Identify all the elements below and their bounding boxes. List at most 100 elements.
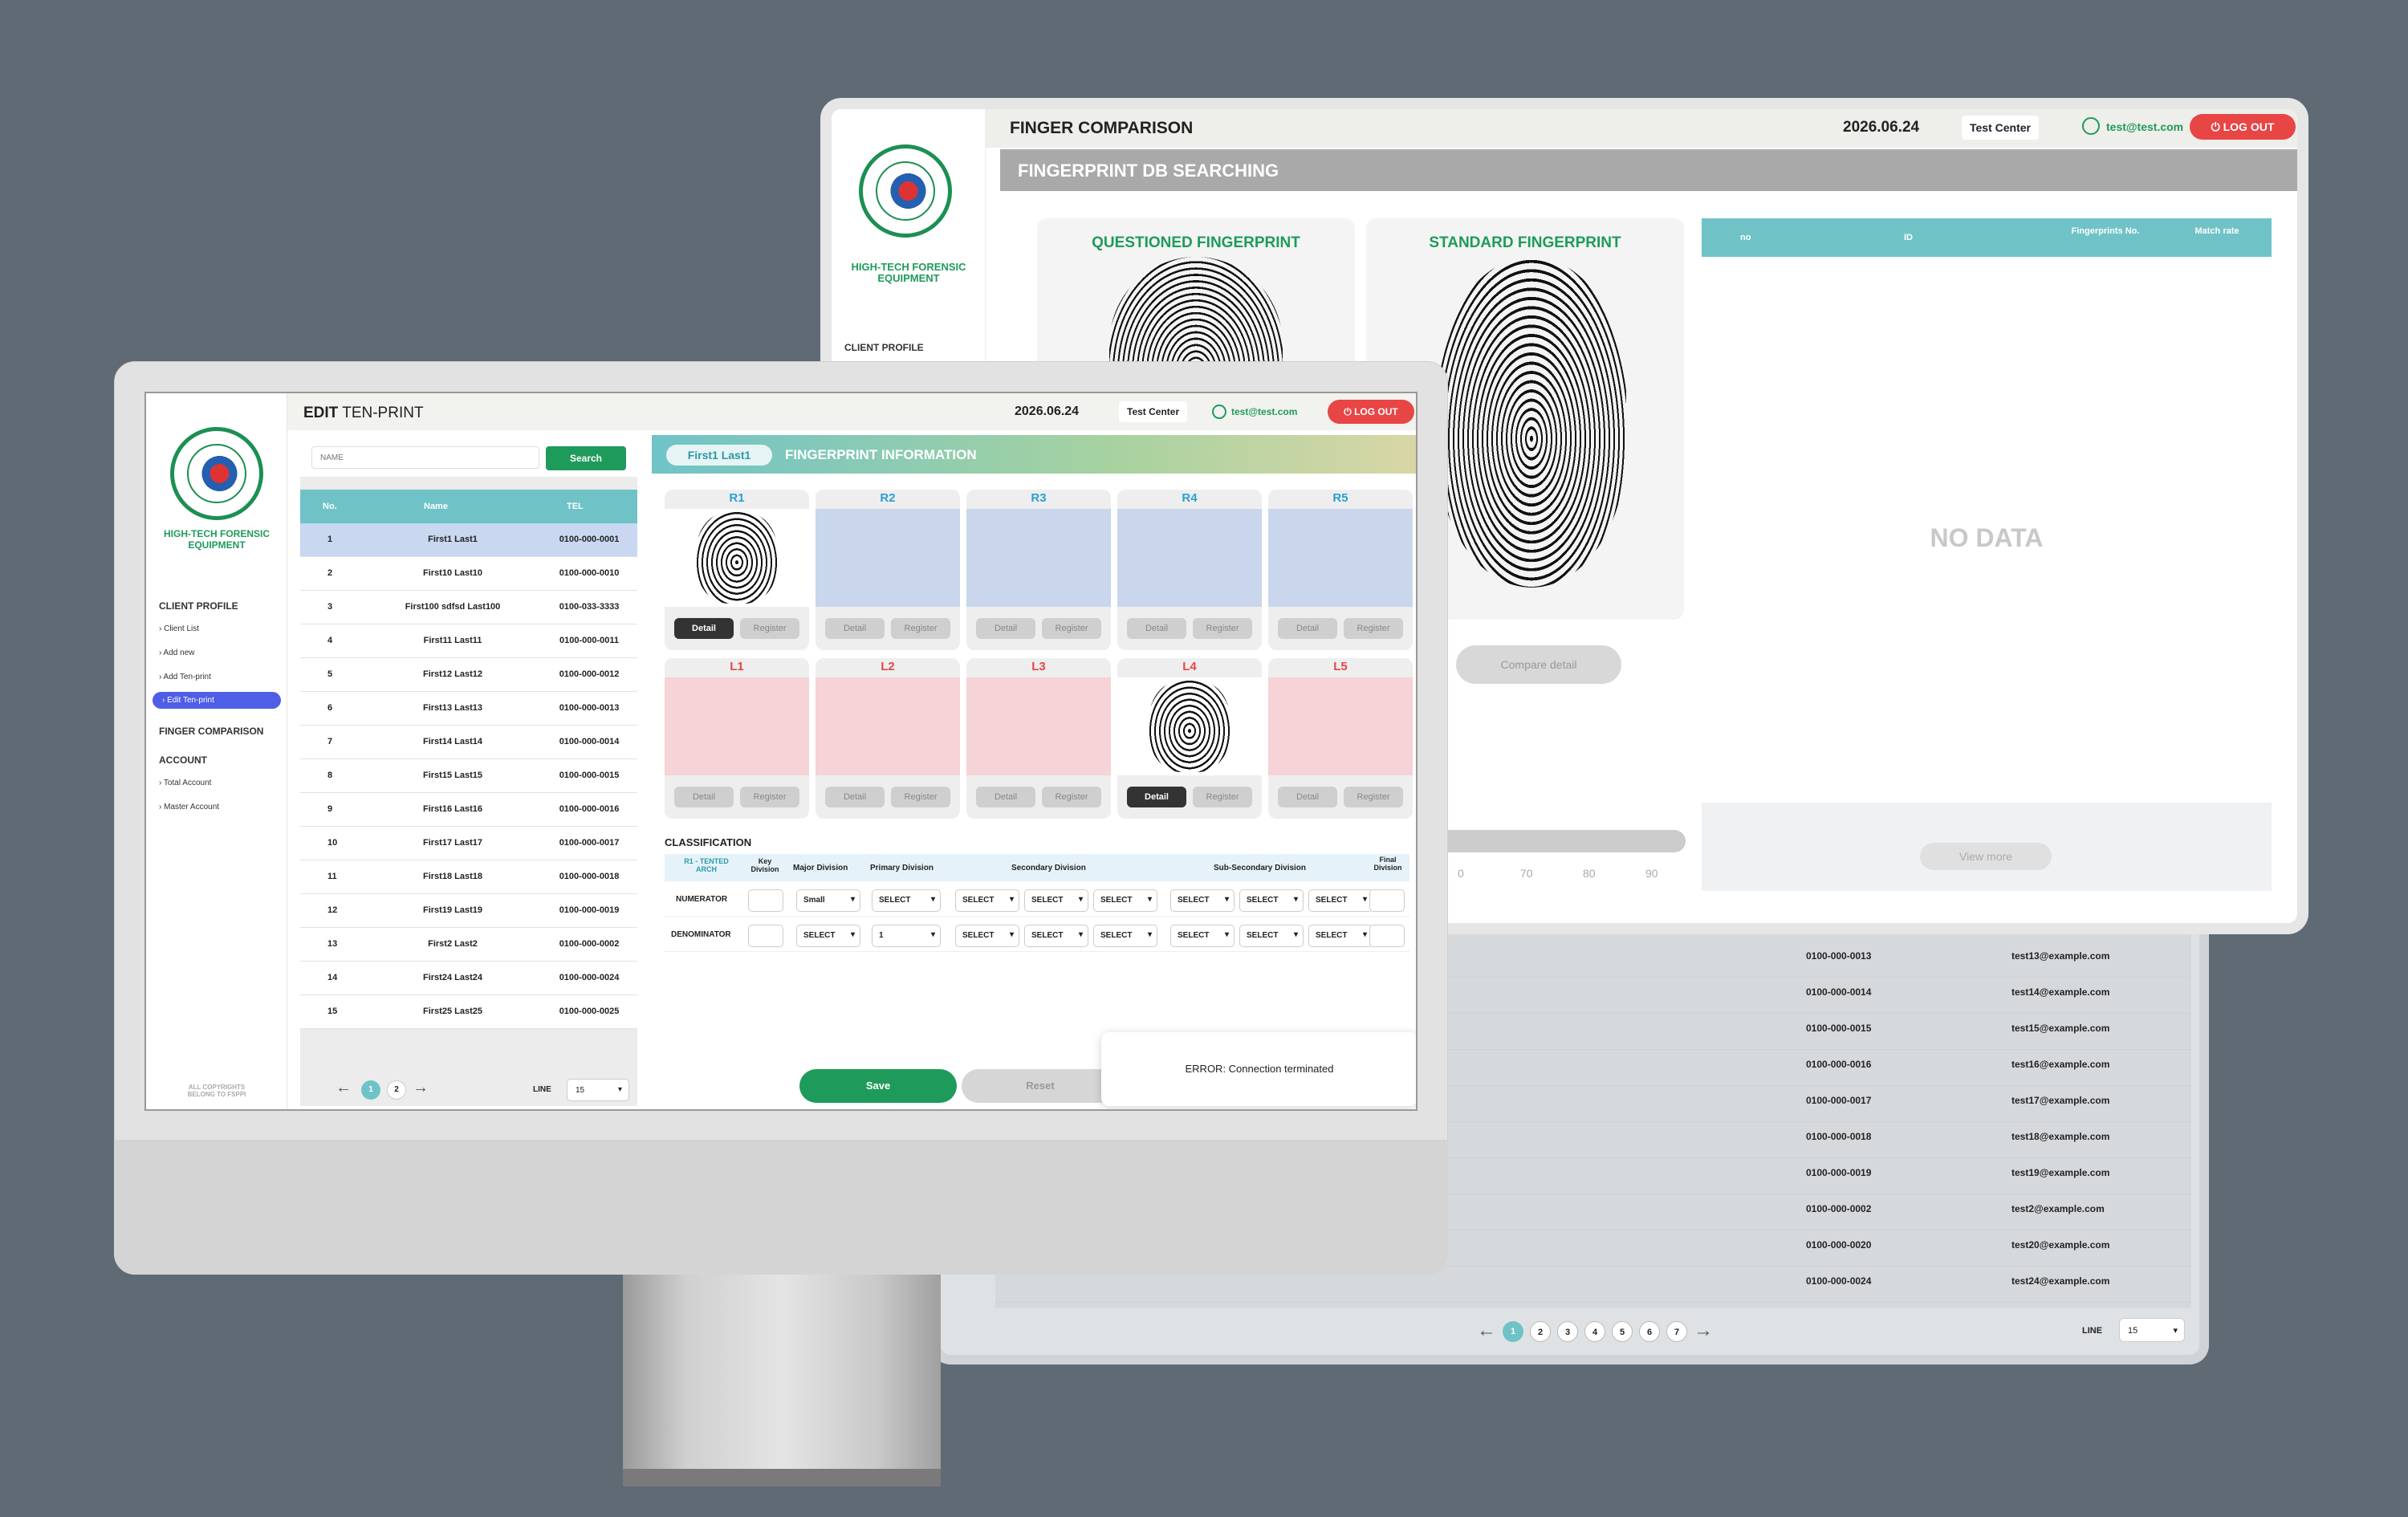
register-button[interactable]: Register (1344, 618, 1403, 639)
table-row[interactable]: 12 First19 Last19 0100-000-0019 (300, 894, 637, 928)
page-7[interactable]: 7 (1666, 1321, 1687, 1342)
nav-add-new[interactable]: › Add new (159, 649, 194, 657)
finger-image[interactable] (816, 677, 960, 775)
finger-image[interactable] (665, 509, 809, 607)
logout-button[interactable]: ⏻ LOG OUT (2190, 114, 2296, 140)
register-button[interactable]: Register (1193, 787, 1252, 807)
user-email[interactable]: test@test.com (2106, 120, 2183, 133)
numerator-subsecondary-3[interactable]: SELECT ▾ (1308, 889, 1373, 912)
arrow-right-icon[interactable]: → (413, 1079, 429, 1097)
numerator-final-input[interactable] (1369, 889, 1405, 912)
detail-button[interactable]: Detail (976, 787, 1035, 807)
numerator-primary-select[interactable]: SELECT ▾ (872, 889, 941, 912)
reset-button[interactable]: Reset (962, 1069, 1119, 1103)
denominator-subsecondary-1[interactable]: SELECT ▾ (1170, 925, 1235, 947)
page-5[interactable]: 5 (1612, 1321, 1633, 1342)
table-row[interactable]: 14 First24 Last24 0100-000-0024 (300, 962, 637, 995)
page-4[interactable]: 4 (1584, 1321, 1605, 1342)
nav-master-account[interactable]: › Master Account (159, 803, 219, 811)
selected-client-pill[interactable]: First1 Last1 (666, 445, 772, 466)
nav-client-profile[interactable]: CLIENT PROFILE (844, 342, 924, 353)
detail-button[interactable]: Detail (825, 618, 885, 639)
table-row[interactable]: 1 First1 Last1 0100-000-0001 (300, 523, 637, 557)
numerator-subsecondary-2[interactable]: SELECT ▾ (1239, 889, 1304, 912)
denominator-secondary-2[interactable]: SELECT ▾ (1024, 925, 1088, 947)
denominator-final-input[interactable] (1369, 925, 1405, 947)
page-1[interactable]: 1 (361, 1080, 380, 1100)
nav-total-account[interactable]: › Total Account (159, 779, 211, 787)
denominator-subsecondary-3[interactable]: SELECT ▾ (1308, 925, 1373, 947)
compare-detail-button[interactable]: Compare detail (1456, 645, 1621, 684)
table-row[interactable]: 4 First11 Last11 0100-000-0011 (300, 624, 637, 658)
table-row[interactable]: 15 First25 Last25 0100-000-0025 (300, 995, 637, 1029)
arrow-left-icon[interactable]: ← (1477, 1320, 1496, 1342)
table-row[interactable]: 9 First16 Last16 0100-000-0016 (300, 793, 637, 827)
register-button[interactable]: Register (891, 618, 950, 639)
numerator-secondary-3[interactable]: SELECT ▾ (1093, 889, 1157, 912)
page-2[interactable]: 2 (387, 1080, 406, 1100)
detail-button[interactable]: Detail (1278, 787, 1337, 807)
numerator-major-select[interactable]: Small ▾ (796, 889, 860, 912)
table-row[interactable]: 5 First12 Last12 0100-000-0012 (300, 658, 637, 692)
detail-button[interactable]: Detail (1127, 618, 1186, 639)
detail-button[interactable]: Detail (825, 787, 885, 807)
user-email[interactable]: test@test.com (1231, 406, 1297, 417)
register-button[interactable]: Register (1344, 787, 1403, 807)
detail-button[interactable]: Detail (674, 787, 734, 807)
nav-add-tenprint[interactable]: › Add Ten-print (159, 673, 211, 681)
page-6[interactable]: 6 (1639, 1321, 1660, 1342)
finger-image[interactable] (816, 509, 960, 607)
nav-finger-comparison[interactable]: FINGER COMPARISON (159, 726, 263, 737)
numerator-subsecondary-1[interactable]: SELECT ▾ (1170, 889, 1235, 912)
table-row[interactable]: 10 First17 Last17 0100-000-0017 (300, 827, 637, 860)
logout-button[interactable]: ⏻ LOG OUT (1328, 400, 1414, 424)
denominator-secondary-1[interactable]: SELECT ▾ (955, 925, 1019, 947)
register-button[interactable]: Register (740, 618, 799, 639)
table-row[interactable]: 8 First15 Last15 0100-000-0015 (300, 759, 637, 793)
view-more-button[interactable]: View more (1920, 843, 2052, 870)
page-1[interactable]: 1 (1503, 1321, 1523, 1342)
save-button[interactable]: Save (799, 1069, 957, 1103)
table-row[interactable]: 11 First18 Last18 0100-000-0018 (300, 860, 637, 894)
line-select[interactable]: 15 ▾ (567, 1079, 629, 1101)
finger-image[interactable] (966, 509, 1111, 607)
nav-client-list[interactable]: › Client List (159, 624, 199, 633)
detail-button[interactable]: Detail (976, 618, 1035, 639)
finger-image[interactable] (1117, 509, 1262, 607)
denominator-primary-select[interactable]: 1 ▾ (872, 925, 941, 947)
nav-client-profile[interactable]: CLIENT PROFILE (159, 600, 238, 612)
table-row[interactable]: 13 First2 Last2 0100-000-0002 (300, 928, 637, 962)
finger-image[interactable] (1268, 677, 1413, 775)
detail-button[interactable]: Detail (674, 618, 734, 639)
register-button[interactable]: Register (891, 787, 950, 807)
numerator-key-input[interactable] (748, 889, 783, 912)
page-2[interactable]: 2 (1530, 1321, 1551, 1342)
detail-button[interactable]: Detail (1127, 787, 1186, 807)
denominator-major-select[interactable]: SELECT ▾ (796, 925, 860, 947)
denominator-key-input[interactable] (748, 925, 783, 947)
page-3[interactable]: 3 (1557, 1321, 1578, 1342)
numerator-secondary-2[interactable]: SELECT ▾ (1024, 889, 1088, 912)
table-row[interactable]: 7 First14 Last14 0100-000-0014 (300, 726, 637, 759)
arrow-left-icon[interactable]: ← (336, 1079, 352, 1097)
search-button[interactable]: Search (546, 446, 626, 470)
register-button[interactable]: Register (1193, 618, 1252, 639)
table-row[interactable]: 2 First10 Last10 0100-000-0010 (300, 557, 637, 591)
nav-edit-tenprint[interactable]: › Edit Ten-print (153, 692, 281, 709)
nav-account[interactable]: ACCOUNT (159, 754, 207, 766)
search-input[interactable] (311, 446, 539, 469)
finger-image[interactable] (1268, 509, 1413, 607)
register-button[interactable]: Register (1042, 618, 1101, 639)
detail-button[interactable]: Detail (1278, 618, 1337, 639)
denominator-secondary-3[interactable]: SELECT ▾ (1093, 925, 1157, 947)
finger-image[interactable] (1117, 677, 1262, 775)
denominator-subsecondary-2[interactable]: SELECT ▾ (1239, 925, 1304, 947)
register-button[interactable]: Register (1042, 787, 1101, 807)
arrow-right-icon[interactable]: → (1694, 1320, 1713, 1342)
table-row[interactable]: 6 First13 Last13 0100-000-0013 (300, 692, 637, 726)
finger-image[interactable] (665, 677, 809, 775)
numerator-secondary-1[interactable]: SELECT ▾ (955, 889, 1019, 912)
line-select[interactable]: 15 ▾ (2119, 1318, 2185, 1342)
finger-image[interactable] (966, 677, 1111, 775)
table-row[interactable]: 3 First100 sdfsd Last100 0100-033-3333 (300, 591, 637, 624)
